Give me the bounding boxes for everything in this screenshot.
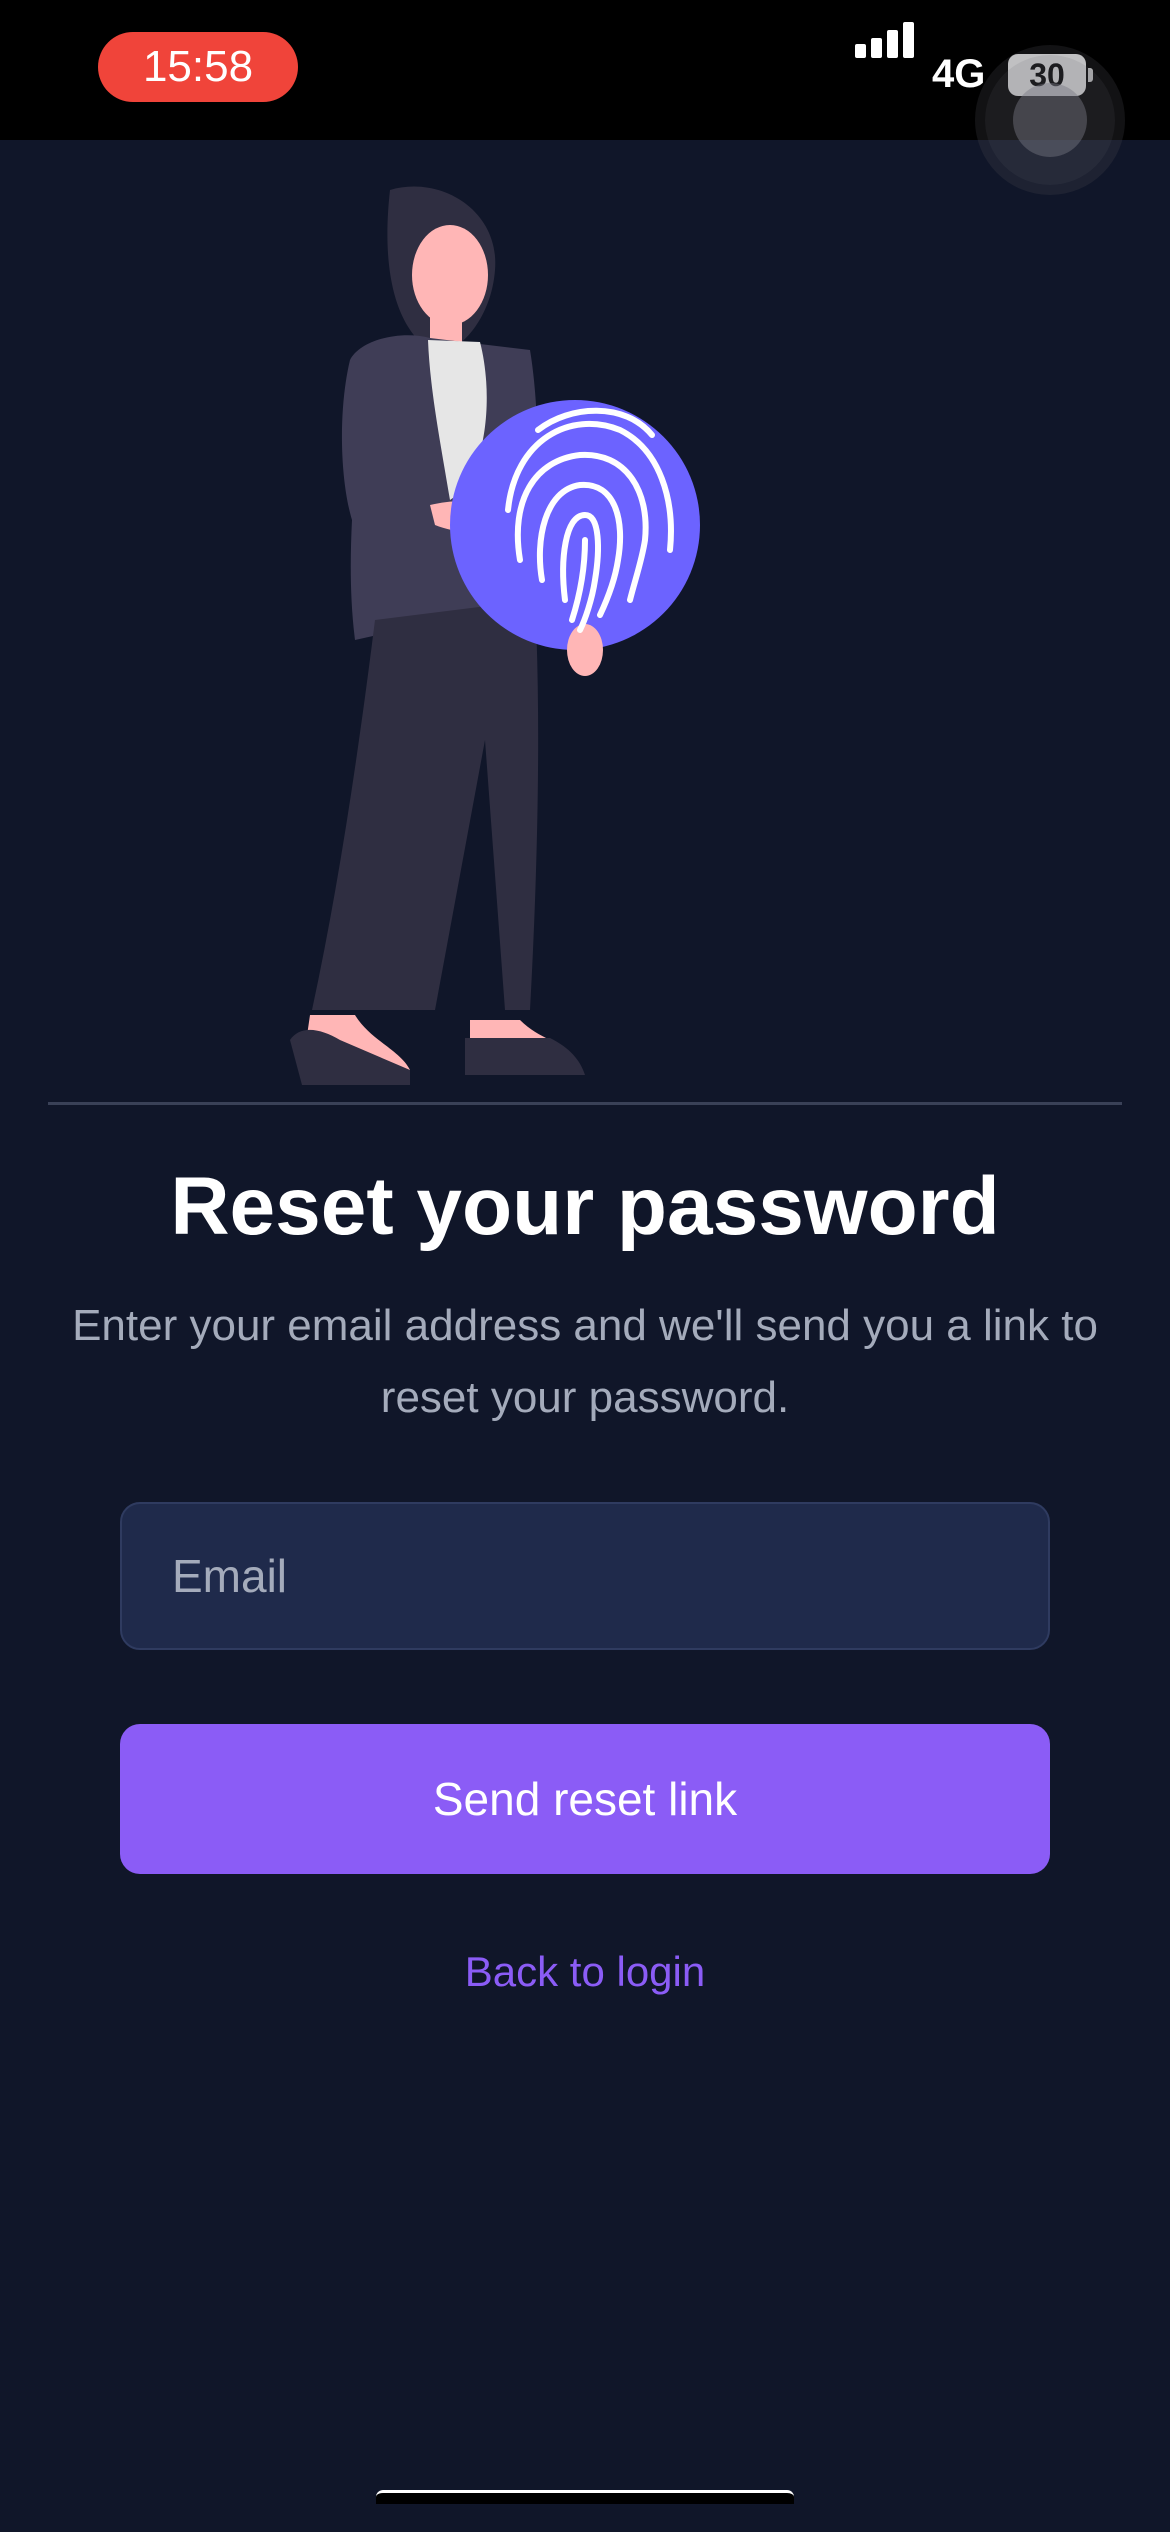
page-title: Reset your password	[170, 1161, 1000, 1252]
assistive-touch-button[interactable]	[985, 55, 1115, 185]
email-field[interactable]	[120, 1502, 1050, 1650]
page-subtitle: Enter your email address and we'll send …	[72, 1301, 1098, 1422]
illustration-divider	[48, 1102, 1122, 1105]
status-time[interactable]: 15:58	[98, 32, 298, 102]
send-reset-link-button[interactable]: Send reset link	[120, 1724, 1050, 1874]
person-holding-fingerprint-illustration	[290, 186, 700, 1085]
home-indicator[interactable]	[376, 2490, 794, 2504]
back-to-login-link[interactable]: Back to login	[0, 1948, 1170, 1996]
network-type: 4G	[932, 52, 986, 96]
